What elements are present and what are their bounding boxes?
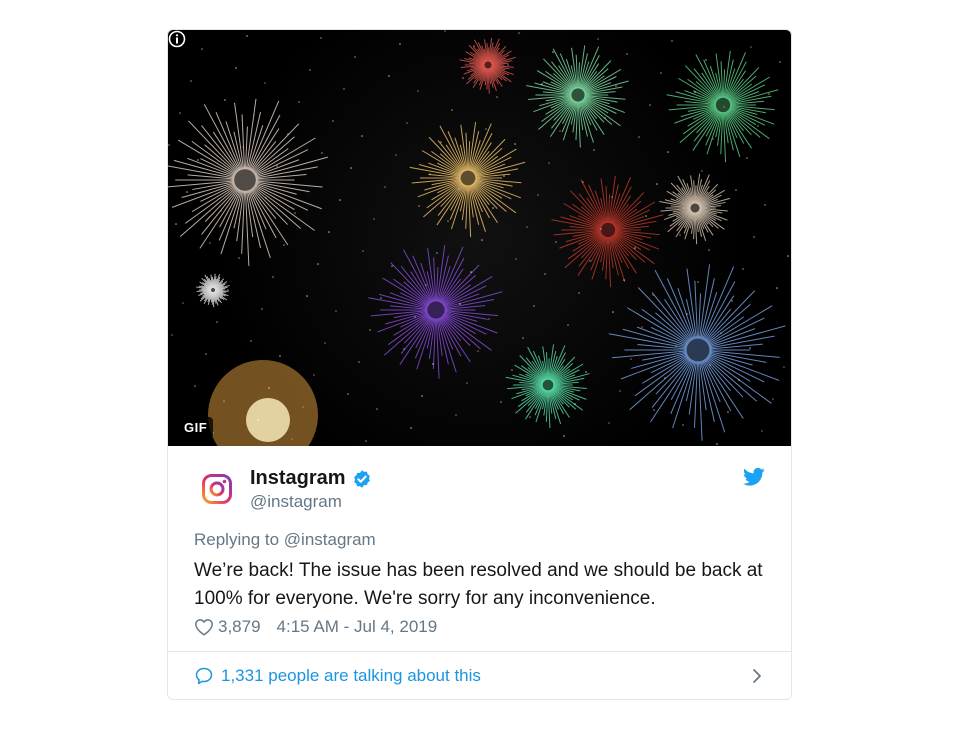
conversation-link[interactable]: 1,331 people are talking about this <box>168 652 791 699</box>
twitter-bird-icon[interactable] <box>743 467 765 487</box>
replying-to-line: Replying to @instagram <box>194 530 376 550</box>
reply-mention-link[interactable]: @instagram <box>284 530 376 549</box>
tweet-meta-row: 3,879 4:15 AM - Jul 4, 2019 <box>194 617 437 637</box>
gif-badge: GIF <box>178 417 214 438</box>
speech-bubble-icon <box>195 667 213 685</box>
verified-badge-icon <box>353 469 370 488</box>
author-name-row[interactable]: Instagram <box>250 467 372 490</box>
replying-to-label: Replying to <box>194 530 280 549</box>
author-name[interactable]: Instagram <box>250 467 346 490</box>
conversation-count-text[interactable]: 1,331 people are talking about this <box>221 666 481 686</box>
like-count[interactable]: 3,879 <box>218 617 261 637</box>
tweet-timestamp[interactable]: 4:15 AM - Jul 4, 2019 <box>277 617 438 637</box>
info-circle-icon[interactable] <box>168 30 186 48</box>
chevron-right-icon[interactable] <box>751 668 763 684</box>
heart-icon[interactable] <box>194 618 214 636</box>
tweet-text: We’re back! The issue has been resolved … <box>194 560 763 609</box>
author-handle[interactable]: @instagram <box>250 492 342 512</box>
tweet-embed-card: GIF Instagram @instagram Replying to @in… <box>167 29 792 700</box>
instagram-logo-icon[interactable] <box>201 473 233 505</box>
fireworks-image <box>168 30 789 446</box>
tweet-media-gif[interactable]: GIF <box>168 30 791 446</box>
